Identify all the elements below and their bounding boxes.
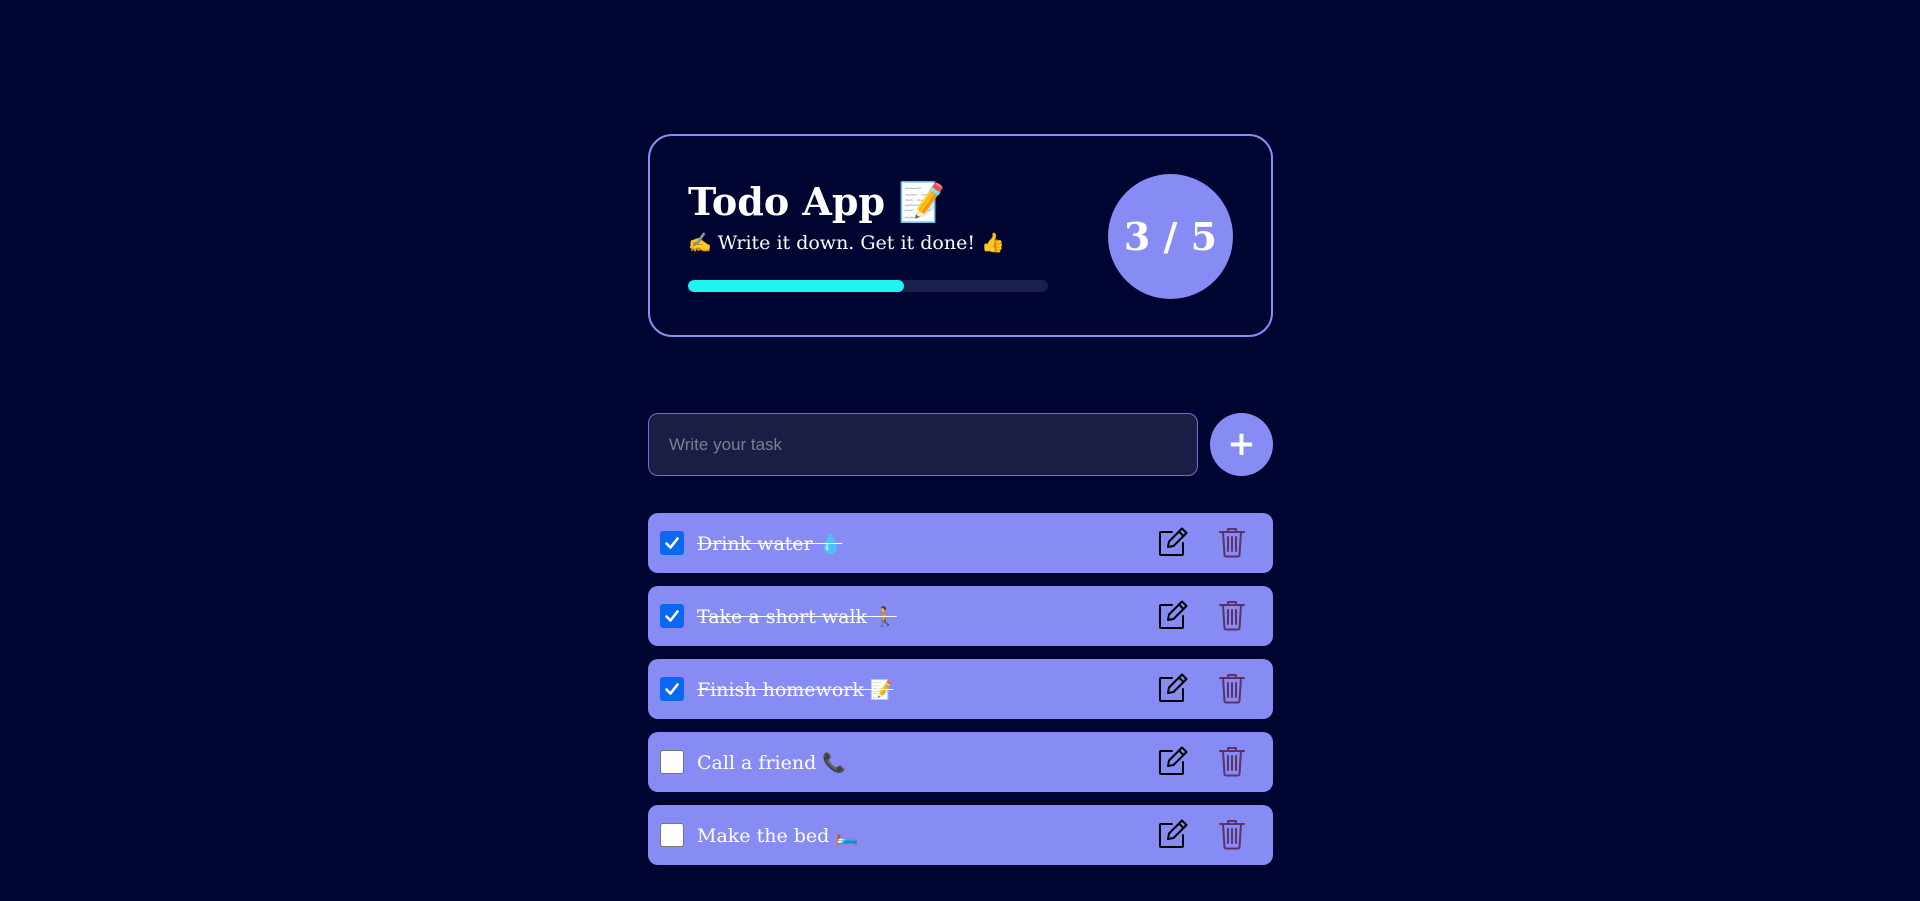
stats-card: Todo App 📝 ✍️ Write it down. Get it done… — [648, 134, 1273, 337]
progress-bar — [688, 280, 1048, 292]
trash-icon — [1218, 672, 1246, 704]
task-checkbox[interactable] — [660, 750, 684, 774]
task-text: Call a friend 📞 — [697, 752, 846, 774]
delete-task-button[interactable] — [1215, 598, 1249, 632]
app-title: Todo App 📝 — [688, 179, 946, 224]
task-count-badge: 3 / 5 — [1108, 174, 1233, 299]
edit-task-button[interactable] — [1156, 744, 1190, 778]
trash-icon — [1218, 599, 1246, 631]
task-checkbox[interactable] — [660, 531, 684, 555]
trash-icon — [1218, 818, 1246, 850]
trash-icon — [1218, 745, 1246, 777]
new-task-form: + — [648, 413, 1273, 476]
check-icon — [664, 535, 680, 551]
edit-icon — [1157, 745, 1189, 777]
task-item: Finish homework 📝 — [648, 659, 1273, 719]
task-text: Take a short walk 🚶 — [697, 606, 897, 628]
add-task-button[interactable]: + — [1210, 413, 1273, 476]
delete-task-button[interactable] — [1215, 744, 1249, 778]
app-subtitle: ✍️ Write it down. Get it done! 👍 — [688, 232, 1005, 254]
task-checkbox[interactable] — [660, 823, 684, 847]
task-item: Call a friend 📞 — [648, 732, 1273, 792]
edit-task-button[interactable] — [1156, 671, 1190, 705]
edit-task-button[interactable] — [1156, 598, 1190, 632]
edit-task-button[interactable] — [1156, 817, 1190, 851]
check-icon — [664, 681, 680, 697]
check-icon — [664, 608, 680, 624]
task-text: Drink water 💧 — [697, 533, 843, 555]
edit-icon — [1157, 599, 1189, 631]
todo-app: Todo App 📝 ✍️ Write it down. Get it done… — [648, 134, 1273, 865]
task-list: Drink water 💧 Take a short walk 🚶 Finish h… — [648, 513, 1273, 878]
task-checkbox[interactable] — [660, 604, 684, 628]
task-item: Drink water 💧 — [648, 513, 1273, 573]
edit-icon — [1157, 818, 1189, 850]
task-text: Finish homework 📝 — [697, 679, 894, 701]
delete-task-button[interactable] — [1215, 525, 1249, 559]
edit-icon — [1157, 672, 1189, 704]
trash-icon — [1218, 526, 1246, 558]
delete-task-button[interactable] — [1215, 817, 1249, 851]
task-text: Make the bed 🛏️ — [697, 825, 860, 847]
delete-task-button[interactable] — [1215, 671, 1249, 705]
task-checkbox[interactable] — [660, 677, 684, 701]
progress-bar-fill — [688, 280, 904, 292]
task-item: Make the bed 🛏️ — [648, 805, 1273, 865]
edit-icon — [1157, 526, 1189, 558]
edit-task-button[interactable] — [1156, 525, 1190, 559]
task-input[interactable] — [648, 413, 1198, 476]
task-item: Take a short walk 🚶 — [648, 586, 1273, 646]
